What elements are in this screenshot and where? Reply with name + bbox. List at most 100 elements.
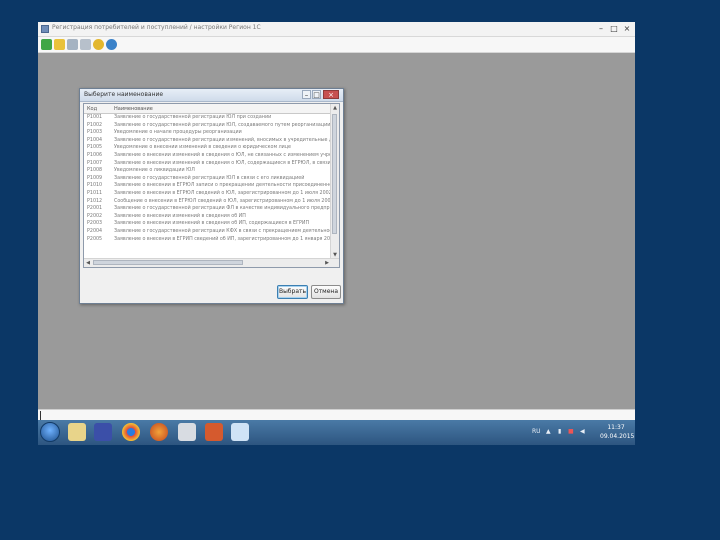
list-item[interactable]: Р1012 Сообщение о внесении в ЕГРЮЛ сведен… [84, 198, 332, 206]
list-item-name: Заявление о внесении изменений в сведени… [114, 221, 310, 227]
list-item[interactable]: Р1011 Заявление о внесении в ЕГРЮЛ сведен… [84, 190, 332, 198]
printer-icon[interactable] [178, 423, 196, 441]
horizontal-scrollbar[interactable]: ◀ ▶ [84, 258, 339, 267]
list-item-name: Заявление о внесении изменений в сведени… [114, 213, 246, 219]
list-item[interactable]: Р1003 Уведомление о начале процедуры реор… [84, 129, 332, 137]
scroll-left-icon[interactable]: ◀ [84, 259, 92, 267]
list-item[interactable]: Р2002 Заявление о внесении изменений в св… [84, 213, 332, 221]
volume-icon[interactable]: ◀ [580, 428, 585, 435]
list-item-code: Р2004 [87, 228, 103, 234]
list-item-code: Р2002 [87, 213, 103, 219]
list-item-name: Заявление о внесении в ЕГРЮЛ записи о пр… [114, 183, 332, 189]
list-item-name: Заявление о внесении в ЕГРЮЛ сведений о … [114, 190, 332, 196]
clock-date: 09.04.2015 [600, 433, 635, 440]
list-item[interactable]: Р1006 Заявление о внесении изменений в св… [84, 152, 332, 160]
dialog-titlebar: Выберите наименование – □ × [80, 89, 343, 102]
list-item[interactable]: Р1007 Заявление о внесении изменений в св… [84, 160, 332, 168]
vertical-scrollbar[interactable]: ▲ ▼ [330, 104, 339, 259]
list-rows: Р1001 Заявление о государственной регистр… [84, 114, 332, 243]
list-item-name: Заявление о государственной регистрации … [114, 175, 305, 181]
list-item-name: Уведомление о внесении изменений в сведе… [114, 145, 291, 151]
list-item-name: Заявление о государственной регистрации … [114, 115, 272, 120]
list-item-code: Р2001 [87, 206, 103, 212]
close-button[interactable]: × [622, 24, 632, 34]
taskbar: RU ▲ ▮ ■ ◀ 11:37 09.04.2015 [38, 420, 635, 445]
chrome-icon[interactable] [122, 423, 140, 441]
minimize-button[interactable]: – [596, 24, 606, 34]
dialog-minimize-button[interactable]: – [302, 90, 311, 99]
select-dialog: Выберите наименование – □ × Код Наименов… [79, 88, 344, 304]
list-item-name: Заявление о внесении изменений в сведени… [114, 152, 332, 158]
list-item-code: Р1010 [87, 183, 103, 189]
horizontal-scroll-thumb[interactable] [93, 260, 243, 265]
list-item-code: Р1003 [87, 130, 103, 136]
list-item[interactable]: Р1009 Заявление о государственной регистр… [84, 175, 332, 183]
copy-icon[interactable] [67, 39, 78, 50]
edit-icon[interactable] [80, 39, 91, 50]
list-item[interactable]: Р1004 Заявление о государственной регистр… [84, 137, 332, 145]
explorer-icon[interactable] [68, 423, 86, 441]
list-item-name: Заявление о государственной регистрации … [114, 206, 332, 212]
list-item-name: Сообщение о внесении в ЕГРЮЛ сведений о … [114, 198, 332, 204]
tray-arrow-icon[interactable]: ▲ [546, 428, 551, 435]
scroll-right-icon[interactable]: ▶ [323, 259, 331, 267]
list-item-code: Р1002 [87, 122, 103, 128]
app-screen: Регистрация потребителей и поступлений /… [38, 22, 635, 445]
list-item-code: Р1001 [87, 115, 103, 120]
dialog-close-button[interactable]: × [323, 90, 339, 99]
list-item-code: Р1004 [87, 137, 103, 143]
list-item[interactable]: Р2001 Заявление о государственной регистр… [84, 205, 332, 213]
maximize-button[interactable]: □ [609, 24, 619, 34]
list-item[interactable]: Р2005 Заявление о внесении в ЕГРИП сведен… [84, 236, 332, 244]
list-item[interactable]: Р2003 Заявление о внесении изменений в св… [84, 220, 332, 228]
select-button[interactable]: Выбрать [277, 285, 308, 299]
list-item[interactable]: Р1010 Заявление о внесении в ЕГРЮЛ записи… [84, 182, 332, 190]
window-titlebar: Регистрация потребителей и поступлений /… [38, 22, 635, 37]
list-item-code: Р1008 [87, 168, 103, 174]
app-icon [41, 25, 49, 33]
list-item-name: Заявление о государственной регистрации … [114, 122, 331, 128]
security-icon[interactable]: ■ [568, 428, 574, 435]
network-icon[interactable]: ▮ [558, 428, 561, 435]
cancel-button[interactable]: Отмена [311, 285, 341, 299]
list-item-code: Р1009 [87, 175, 103, 181]
column-header-name[interactable]: Наименование [114, 106, 153, 112]
list-item-code: Р1006 [87, 152, 103, 158]
settings-icon[interactable] [93, 39, 104, 50]
list-item[interactable]: Р1001 Заявление о государственной регистр… [84, 114, 332, 122]
dialog-maximize-button[interactable]: □ [312, 90, 321, 99]
vertical-scroll-thumb[interactable] [332, 114, 337, 234]
dialog-title: Выберите наименование [84, 91, 164, 98]
list-item[interactable]: Р2004 Заявление о государственной регистр… [84, 228, 332, 236]
list-item-code: Р1007 [87, 160, 103, 166]
language-indicator[interactable]: RU [532, 428, 541, 435]
scroll-up-icon[interactable]: ▲ [331, 104, 339, 112]
list-item[interactable]: Р1008 Уведомление о ликвидации ЮЛ [84, 167, 332, 175]
column-header-code[interactable]: Код [87, 106, 97, 112]
list-item-code: Р1011 [87, 190, 103, 196]
open-folder-icon[interactable] [54, 39, 65, 50]
system-clock[interactable]: 11:37 09.04.2015 [600, 423, 635, 441]
text-caret [40, 411, 41, 420]
firefox-icon[interactable] [150, 423, 168, 441]
list-item-code: Р1005 [87, 145, 103, 151]
list-item-code: Р1012 [87, 198, 103, 204]
window-title: Регистрация потребителей и поступлений /… [52, 24, 261, 31]
clock-time: 11:37 [607, 424, 625, 431]
list-item-name: Уведомление о ликвидации ЮЛ [114, 168, 195, 174]
list-item-name: Заявление о внесении изменений в сведени… [114, 160, 332, 166]
document-list[interactable]: Код Наименование Р1001 Заявление о госуда… [83, 103, 340, 268]
presentation-icon[interactable] [231, 423, 249, 441]
save-icon[interactable] [94, 423, 112, 441]
workspace: Выберите наименование – □ × Код Наименов… [38, 53, 635, 409]
list-item-code: Р2005 [87, 236, 103, 242]
start-button[interactable] [40, 422, 60, 442]
list-item[interactable]: Р1005 Уведомление о внесении изменений в … [84, 144, 332, 152]
toolbar [38, 37, 635, 53]
powerpoint-icon[interactable] [205, 423, 223, 441]
add-icon[interactable] [41, 39, 52, 50]
list-header: Код Наименование [84, 104, 332, 114]
list-item-name: Заявление о внесении в ЕГРИП сведений об… [114, 236, 332, 242]
help-icon[interactable] [106, 39, 117, 50]
list-item[interactable]: Р1002 Заявление о государственной регистр… [84, 122, 332, 130]
